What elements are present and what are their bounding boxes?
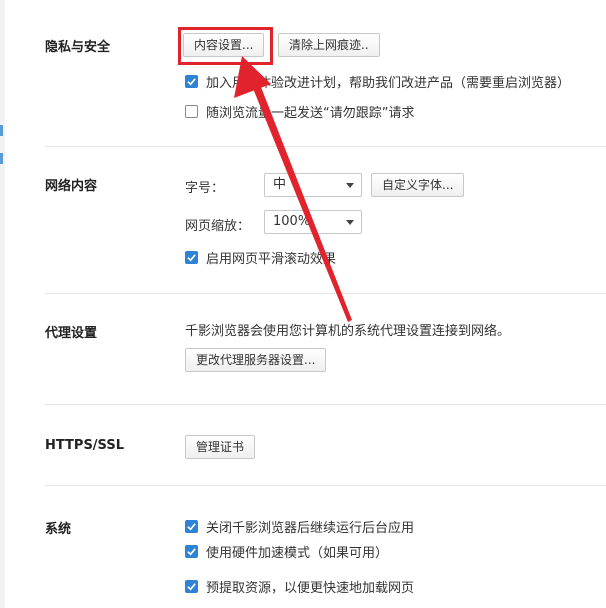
page-zoom-value: 100% <box>273 214 311 229</box>
prefetch-label: 预提取资源，以便更快速地加载网页 <box>206 581 415 596</box>
prefetch-option[interactable]: 预提取资源，以便更快速地加载网页 <box>185 577 414 596</box>
font-size-label: 字号： <box>185 181 225 196</box>
hardware-acceleration-option[interactable]: 使用硬件加速模式（如果可用） <box>185 542 388 561</box>
font-size-select[interactable]: 中 <box>264 173 362 197</box>
improve-program-option[interactable]: 加入用户体验改进计划，帮助我们改进产品（需要重启浏览器） <box>185 72 570 91</box>
do-not-track-label: 随浏览流量一起发送“请勿跟踪”请求 <box>206 106 415 121</box>
proxy-description: 千影浏览器会使用您计算机的系统代理设置连接到网络。 <box>185 324 511 339</box>
prefetch-checkbox[interactable] <box>185 580 198 593</box>
smooth-scroll-option[interactable]: 启用网页平滑滚动效果 <box>185 248 336 267</box>
chevron-down-icon <box>346 220 354 225</box>
left-edge-marker <box>0 153 3 164</box>
left-edge-marker <box>0 125 3 136</box>
background-apps-checkbox[interactable] <box>185 520 198 533</box>
chevron-down-icon <box>346 183 354 188</box>
background-apps-option[interactable]: 关闭千影浏览器后继续运行后台应用 <box>185 517 414 536</box>
check-icon <box>187 78 196 86</box>
check-icon <box>187 523 196 531</box>
background-apps-label: 关闭千影浏览器后继续运行后台应用 <box>206 521 415 536</box>
hardware-acceleration-checkbox[interactable] <box>185 545 198 558</box>
do-not-track-checkbox[interactable] <box>185 105 198 118</box>
section-divider <box>45 404 606 405</box>
section-divider <box>45 485 606 486</box>
page-zoom-select[interactable]: 100% <box>264 210 362 234</box>
improve-program-label: 加入用户体验改进计划，帮助我们改进产品（需要重启浏览器） <box>206 76 571 91</box>
page-zoom-label: 网页缩放： <box>185 219 251 234</box>
font-size-value: 中 <box>273 177 287 192</box>
hardware-acceleration-label: 使用硬件加速模式（如果可用） <box>206 546 389 561</box>
change-proxy-button[interactable]: 更改代理服务器设置... <box>185 348 327 372</box>
web-content-section-title: 网络内容 <box>45 179 98 194</box>
system-section-title: 系统 <box>45 522 72 537</box>
smooth-scroll-label: 启用网页平滑滚动效果 <box>206 252 337 267</box>
check-icon <box>187 254 196 262</box>
improve-program-checkbox[interactable] <box>185 75 198 88</box>
manage-certificates-button[interactable]: 管理证书 <box>185 435 256 459</box>
check-icon <box>187 583 196 591</box>
do-not-track-option[interactable]: 随浏览流量一起发送“请勿跟踪”请求 <box>185 102 414 121</box>
smooth-scroll-checkbox[interactable] <box>185 251 198 264</box>
section-divider <box>45 293 606 294</box>
https-section-title: HTTPS/SSL <box>45 438 124 453</box>
privacy-section-title: 隐私与安全 <box>45 40 111 55</box>
section-divider <box>45 146 606 147</box>
proxy-section-title: 代理设置 <box>45 326 98 341</box>
highlight-box <box>178 27 273 65</box>
custom-fonts-button[interactable]: 自定义字体... <box>371 173 465 197</box>
clear-browsing-traces-button[interactable]: 清除上网痕迹.. <box>278 33 380 57</box>
check-icon <box>187 548 196 556</box>
left-edge-strip <box>0 0 5 608</box>
